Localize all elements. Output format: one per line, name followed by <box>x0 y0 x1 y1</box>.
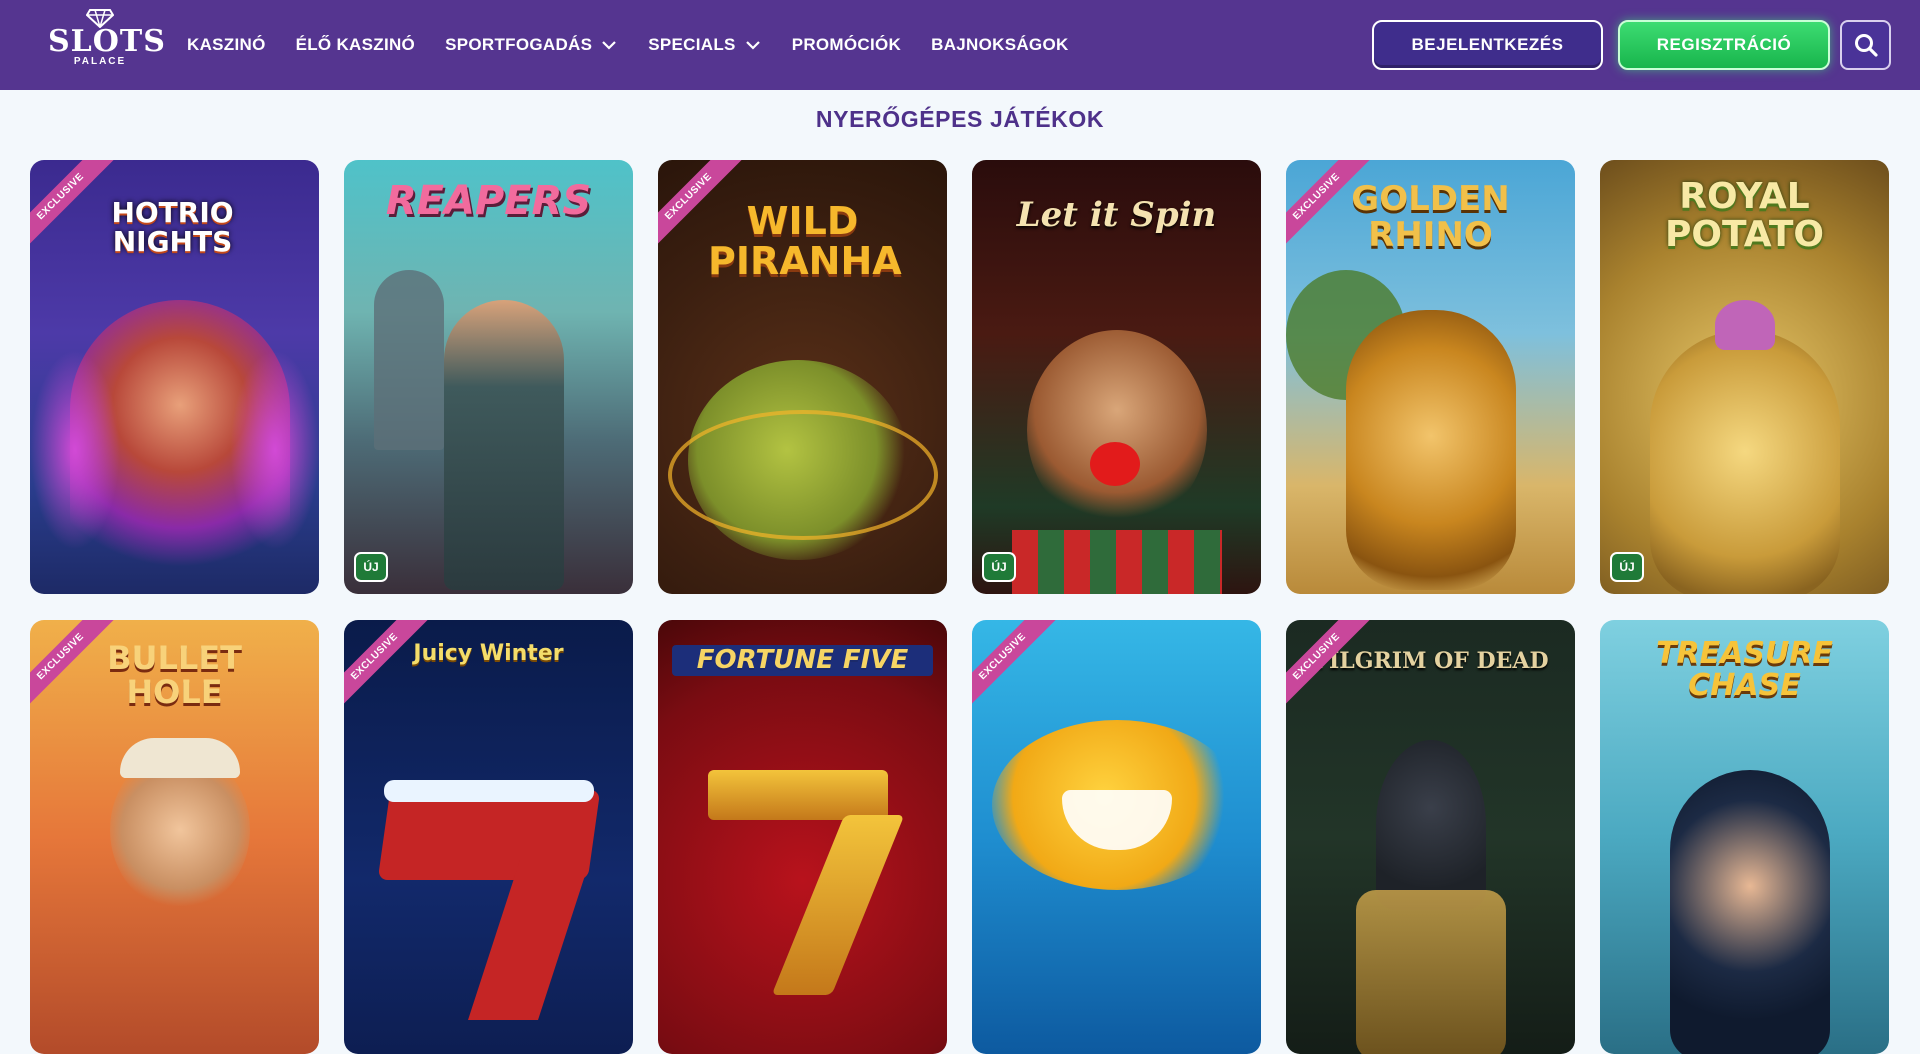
new-badge: ÚJ <box>1610 552 1644 582</box>
game-title: WILD PIRANHA <box>708 199 902 283</box>
game-tile-royal-potato[interactable]: ROYAL POTATO ÚJ <box>1600 160 1889 594</box>
nav-item-live-casino[interactable]: ÉLŐ KASZINÓ <box>296 35 415 55</box>
game-title: FORTUNE FIVE <box>672 645 933 677</box>
game-tile-treasure-chase[interactable]: TREASURE CHASE <box>1600 620 1889 1054</box>
chevron-down-icon <box>602 41 617 50</box>
nav-item-sports-betting[interactable]: SPORTFOGADÁS <box>445 35 618 55</box>
game-tile-wild-piranha[interactable]: WILD PIRANHA EXCLUSIVE <box>658 160 947 594</box>
login-button[interactable]: BEJELENTKEZÉS <box>1372 20 1603 70</box>
new-badge: ÚJ <box>354 552 388 582</box>
nav-item-casino[interactable]: KASZINÓ <box>187 35 266 55</box>
nav-label: KASZINÓ <box>187 35 266 54</box>
nav-label: SPECIALS <box>648 35 736 54</box>
game-tile-hotrio-nights[interactable]: HOTRIO NIGHTS EXCLUSIVE <box>30 160 319 594</box>
nav-item-tournaments[interactable]: BAJNOKSÁGOK <box>931 35 1068 55</box>
chevron-down-icon <box>745 41 760 50</box>
game-title: HOTRIO NIGHTS <box>111 196 234 259</box>
game-tile-pilgrim-of-dead[interactable]: PILGRIM OF DEAD EXCLUSIVE <box>1286 620 1575 1054</box>
game-title: TREASURE CHASE <box>1656 636 1833 703</box>
top-navigation-bar: SLOTS PALACE KASZINÓ ÉLŐ KASZINÓ SPORTFO… <box>0 0 1920 90</box>
game-tile-fortune-five[interactable]: FORTUNE FIVE <box>658 620 947 1054</box>
search-button[interactable] <box>1840 20 1891 70</box>
game-tile-reapers[interactable]: REAPERS ÚJ <box>344 160 633 594</box>
slots-palace-logo[interactable]: SLOTS PALACE <box>48 8 166 78</box>
game-title: ROYAL POTATO <box>1665 176 1824 255</box>
game-tile-bullet-hole[interactable]: BULLET HOLE EXCLUSIVE <box>30 620 319 1054</box>
nav-label: SPORTFOGADÁS <box>445 35 593 54</box>
nav-label: BAJNOKSÁGOK <box>931 35 1069 54</box>
logo-brand-text: SLOTS <box>48 24 166 59</box>
nav-item-promotions[interactable]: PROMÓCIÓK <box>792 35 901 55</box>
game-tile-let-it-spin[interactable]: Let it Spin ÚJ <box>972 160 1261 594</box>
game-tile-juicy-winter[interactable]: Juicy Winter EXCLUSIVE <box>344 620 633 1054</box>
nav-label: PROMÓCIÓK <box>791 35 902 54</box>
game-tile-shark[interactable]: EXCLUSIVE <box>972 620 1261 1054</box>
game-title: Let it Spin <box>1016 195 1217 235</box>
search-icon <box>1854 34 1878 57</box>
new-badge: ÚJ <box>982 552 1016 582</box>
nav-label: ÉLŐ KASZINÓ <box>295 35 416 54</box>
register-button[interactable]: REGISZTRÁCIÓ <box>1618 20 1830 70</box>
game-tile-golden-rhino[interactable]: GOLDEN RHINO EXCLUSIVE <box>1286 160 1575 594</box>
game-title: REAPERS <box>385 178 592 224</box>
main-menu: KASZINÓ ÉLŐ KASZINÓ SPORTFOGADÁS SPECIAL… <box>187 0 1099 90</box>
section-title: NYERŐGÉPES JÁTÉKOK <box>815 106 1105 132</box>
nav-item-specials[interactable]: SPECIALS <box>648 35 761 55</box>
